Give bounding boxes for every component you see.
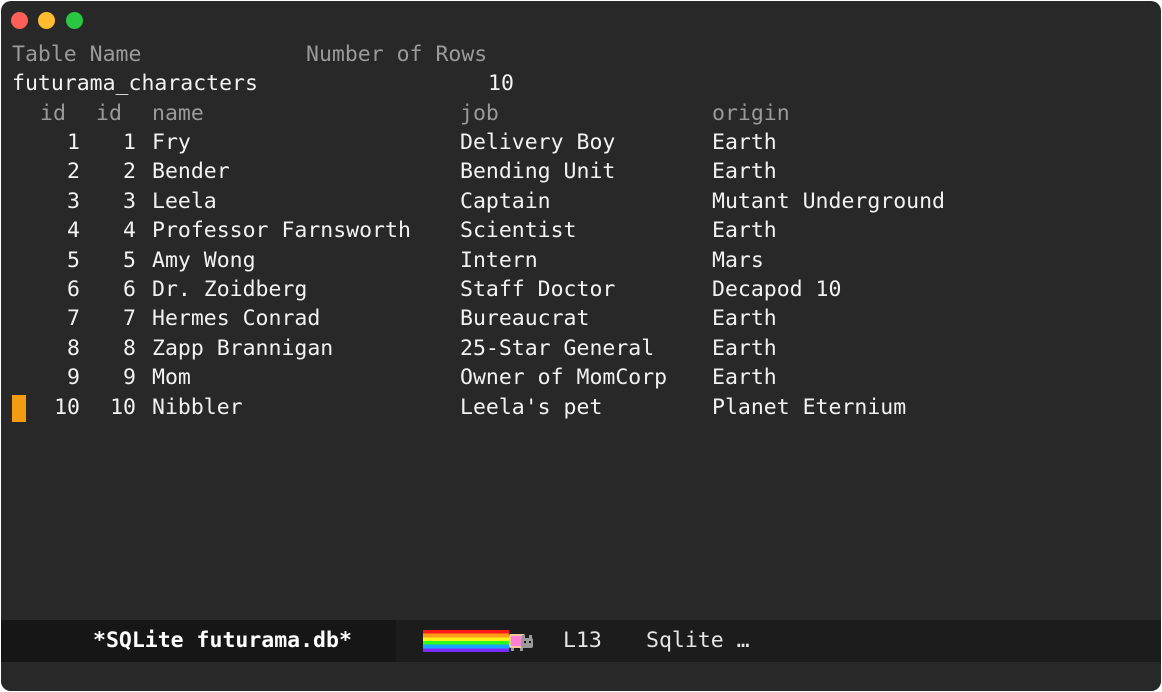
cell-id-2: 1 (123, 130, 136, 155)
cell-job: Scientist (460, 218, 577, 244)
table-name-value: futurama_characters (12, 71, 258, 96)
buffer-name[interactable]: *SQLite futurama.db* (93, 620, 352, 662)
cell-name: Leela (152, 188, 217, 214)
column-header-name: name (152, 101, 204, 126)
cell-id-2: 5 (123, 247, 136, 273)
cell-job: Owner of MomCorp (460, 365, 668, 391)
nyan-cat-icon (509, 634, 533, 651)
major-mode-indicator[interactable]: Sqlite … (646, 620, 750, 662)
cell-name: Dr. Zoidberg (152, 277, 308, 302)
cell-name: Mom (152, 365, 191, 391)
zoom-window-button[interactable] (66, 12, 83, 29)
cell-job: Bureaucrat (460, 306, 590, 332)
cell-origin: Earth (712, 218, 777, 244)
cell-name: Fry (152, 130, 191, 155)
cell-origin: Planet Eternium (712, 394, 907, 420)
cell-job: Bending Unit (460, 159, 616, 185)
cell-id-2: 2 (123, 159, 136, 185)
cell-job: Staff Doctor (460, 277, 616, 302)
cell-name: Zapp Brannigan (152, 335, 334, 361)
cell-id-2: 3 (123, 188, 136, 214)
mode-line: *SQLite futurama.db* L13 Sqlite … (1, 620, 1161, 662)
minibuffer[interactable] (1, 662, 1161, 691)
line-number-indicator: L13 (563, 628, 602, 653)
text-cursor (12, 395, 26, 422)
results-header-row: id id name job origin (12, 99, 790, 128)
cell-origin: Earth (712, 159, 777, 185)
cell-job: 25-Star General (460, 335, 655, 361)
summary-header-row: Table Name Number of Rows (12, 40, 487, 69)
cell-name: Nibbler (152, 394, 243, 420)
cell-name: Bender (152, 159, 230, 185)
row-count-value: 10 (488, 71, 514, 96)
cell-job: Captain (460, 188, 551, 214)
cell-origin: Earth (712, 365, 777, 391)
cell-name: Professor Farnsworth (152, 218, 411, 244)
cell-id-2: 8 (123, 335, 136, 361)
summary-value-row[interactable]: futurama_characters 10 (12, 69, 514, 98)
cell-origin: Earth (712, 306, 777, 332)
cell-origin: Decapod 10 (712, 277, 842, 302)
cell-origin: Mars (712, 247, 764, 273)
column-header-id-2: id (96, 101, 122, 126)
emacs-window: Table Name Number of Rows futurama_chara… (1, 1, 1161, 691)
minimize-window-button[interactable] (38, 12, 55, 29)
cell-name: Amy Wong (152, 247, 256, 273)
close-window-button[interactable] (11, 12, 28, 29)
cell-id-2: 9 (123, 365, 136, 391)
cell-name: Hermes Conrad (152, 306, 321, 332)
cell-id-2: 4 (123, 218, 136, 244)
row-count-header: Number of Rows (306, 42, 488, 67)
cell-job: Intern (460, 247, 538, 273)
cell-id-2: 10 (110, 394, 136, 420)
cell-origin: Earth (712, 335, 777, 361)
rainbow-trail (423, 630, 509, 652)
cell-origin: Mutant Underground (712, 188, 945, 214)
table-name-header: Table Name (12, 42, 142, 67)
cell-id-2: 7 (123, 306, 136, 332)
cell-job: Delivery Boy (460, 130, 616, 155)
column-header-id: id (40, 101, 66, 126)
cell-job: Leela's pet (460, 394, 603, 420)
nyan-cat-progress-icon[interactable] (423, 630, 535, 652)
column-header-origin: origin (712, 101, 790, 126)
column-header-job: job (460, 101, 499, 126)
cell-origin: Earth (712, 130, 777, 155)
cell-id-2: 6 (123, 277, 136, 302)
